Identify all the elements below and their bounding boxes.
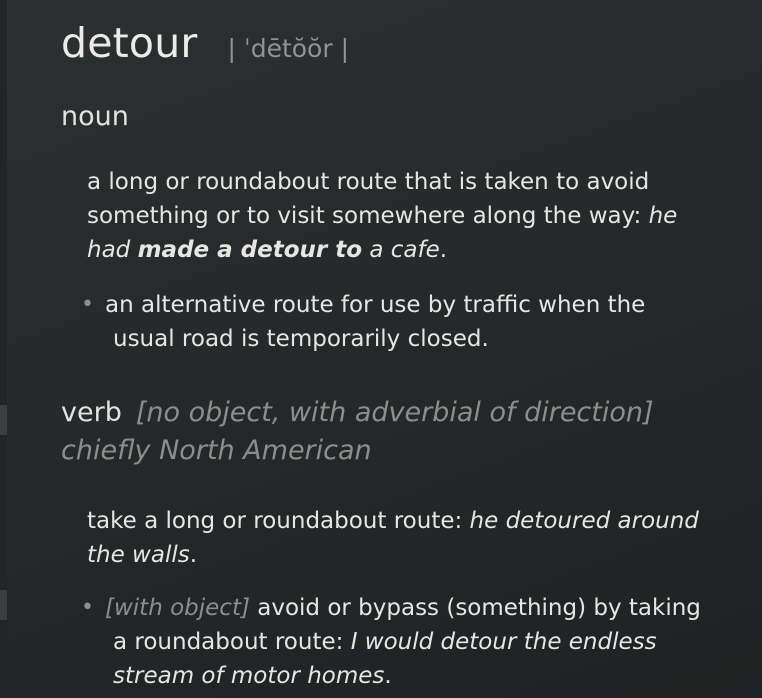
dictionary-entry: detour | ˈdētŏŏr | noun a long or rounda… bbox=[61, 18, 751, 689]
example-text: I would detour the endless bbox=[350, 629, 657, 655]
subsense-line: an alternative route for use by traffic … bbox=[105, 292, 646, 318]
grammar-note: [with object] bbox=[105, 595, 250, 621]
example-text: a cafe bbox=[362, 237, 440, 263]
bullet-icon: • bbox=[81, 292, 94, 317]
subsense-line: stream of motor homes. bbox=[87, 659, 727, 693]
part-of-speech-verb: verb bbox=[61, 397, 122, 428]
region-label: chiefly North American bbox=[61, 435, 372, 466]
example-text: stream of motor homes bbox=[113, 663, 385, 689]
window-edge bbox=[0, 0, 7, 698]
pronunciation: | ˈdētŏŏr | bbox=[227, 34, 349, 63]
definition-text: take a long or roundabout route: bbox=[87, 508, 470, 534]
subsense-line: a roundabout route: I would detour the e… bbox=[87, 625, 727, 659]
subsense-line: usual road is temporarily closed. bbox=[113, 326, 489, 352]
definition-text: a long or roundabout route that is taken… bbox=[87, 169, 650, 229]
verb-heading: verb [no object, with adverbial of direct… bbox=[61, 394, 751, 470]
subsense-line: [with object] avoid or bypass (something… bbox=[87, 591, 727, 625]
sentence-end: . bbox=[384, 663, 392, 689]
entry-header: detour | ˈdētŏŏr | bbox=[61, 18, 751, 74]
verb-sense-1: take a long or roundabout route: he deto… bbox=[87, 504, 727, 572]
noun-subsense-1: • an alternative route for use by traffi… bbox=[81, 288, 727, 356]
edge-marker bbox=[0, 590, 7, 620]
definition-text: a roundabout route: bbox=[113, 629, 351, 655]
verb-subsense-1: • [with object] avoid or bypass (somethi… bbox=[81, 591, 727, 693]
example-phrase: made a detour to bbox=[137, 237, 363, 263]
noun-sense-1: a long or roundabout route that is taken… bbox=[87, 165, 727, 267]
bullet-icon: • bbox=[81, 595, 94, 620]
grammar-note: [no object, with adverbial of direction] bbox=[135, 397, 654, 428]
definition-text: avoid or bypass (something) by taking bbox=[249, 595, 701, 621]
edge-marker bbox=[0, 405, 7, 435]
sentence-end: . bbox=[189, 542, 198, 568]
sentence-end: . bbox=[439, 237, 448, 263]
part-of-speech-noun: noun bbox=[61, 101, 129, 132]
headword: detour bbox=[61, 19, 198, 67]
